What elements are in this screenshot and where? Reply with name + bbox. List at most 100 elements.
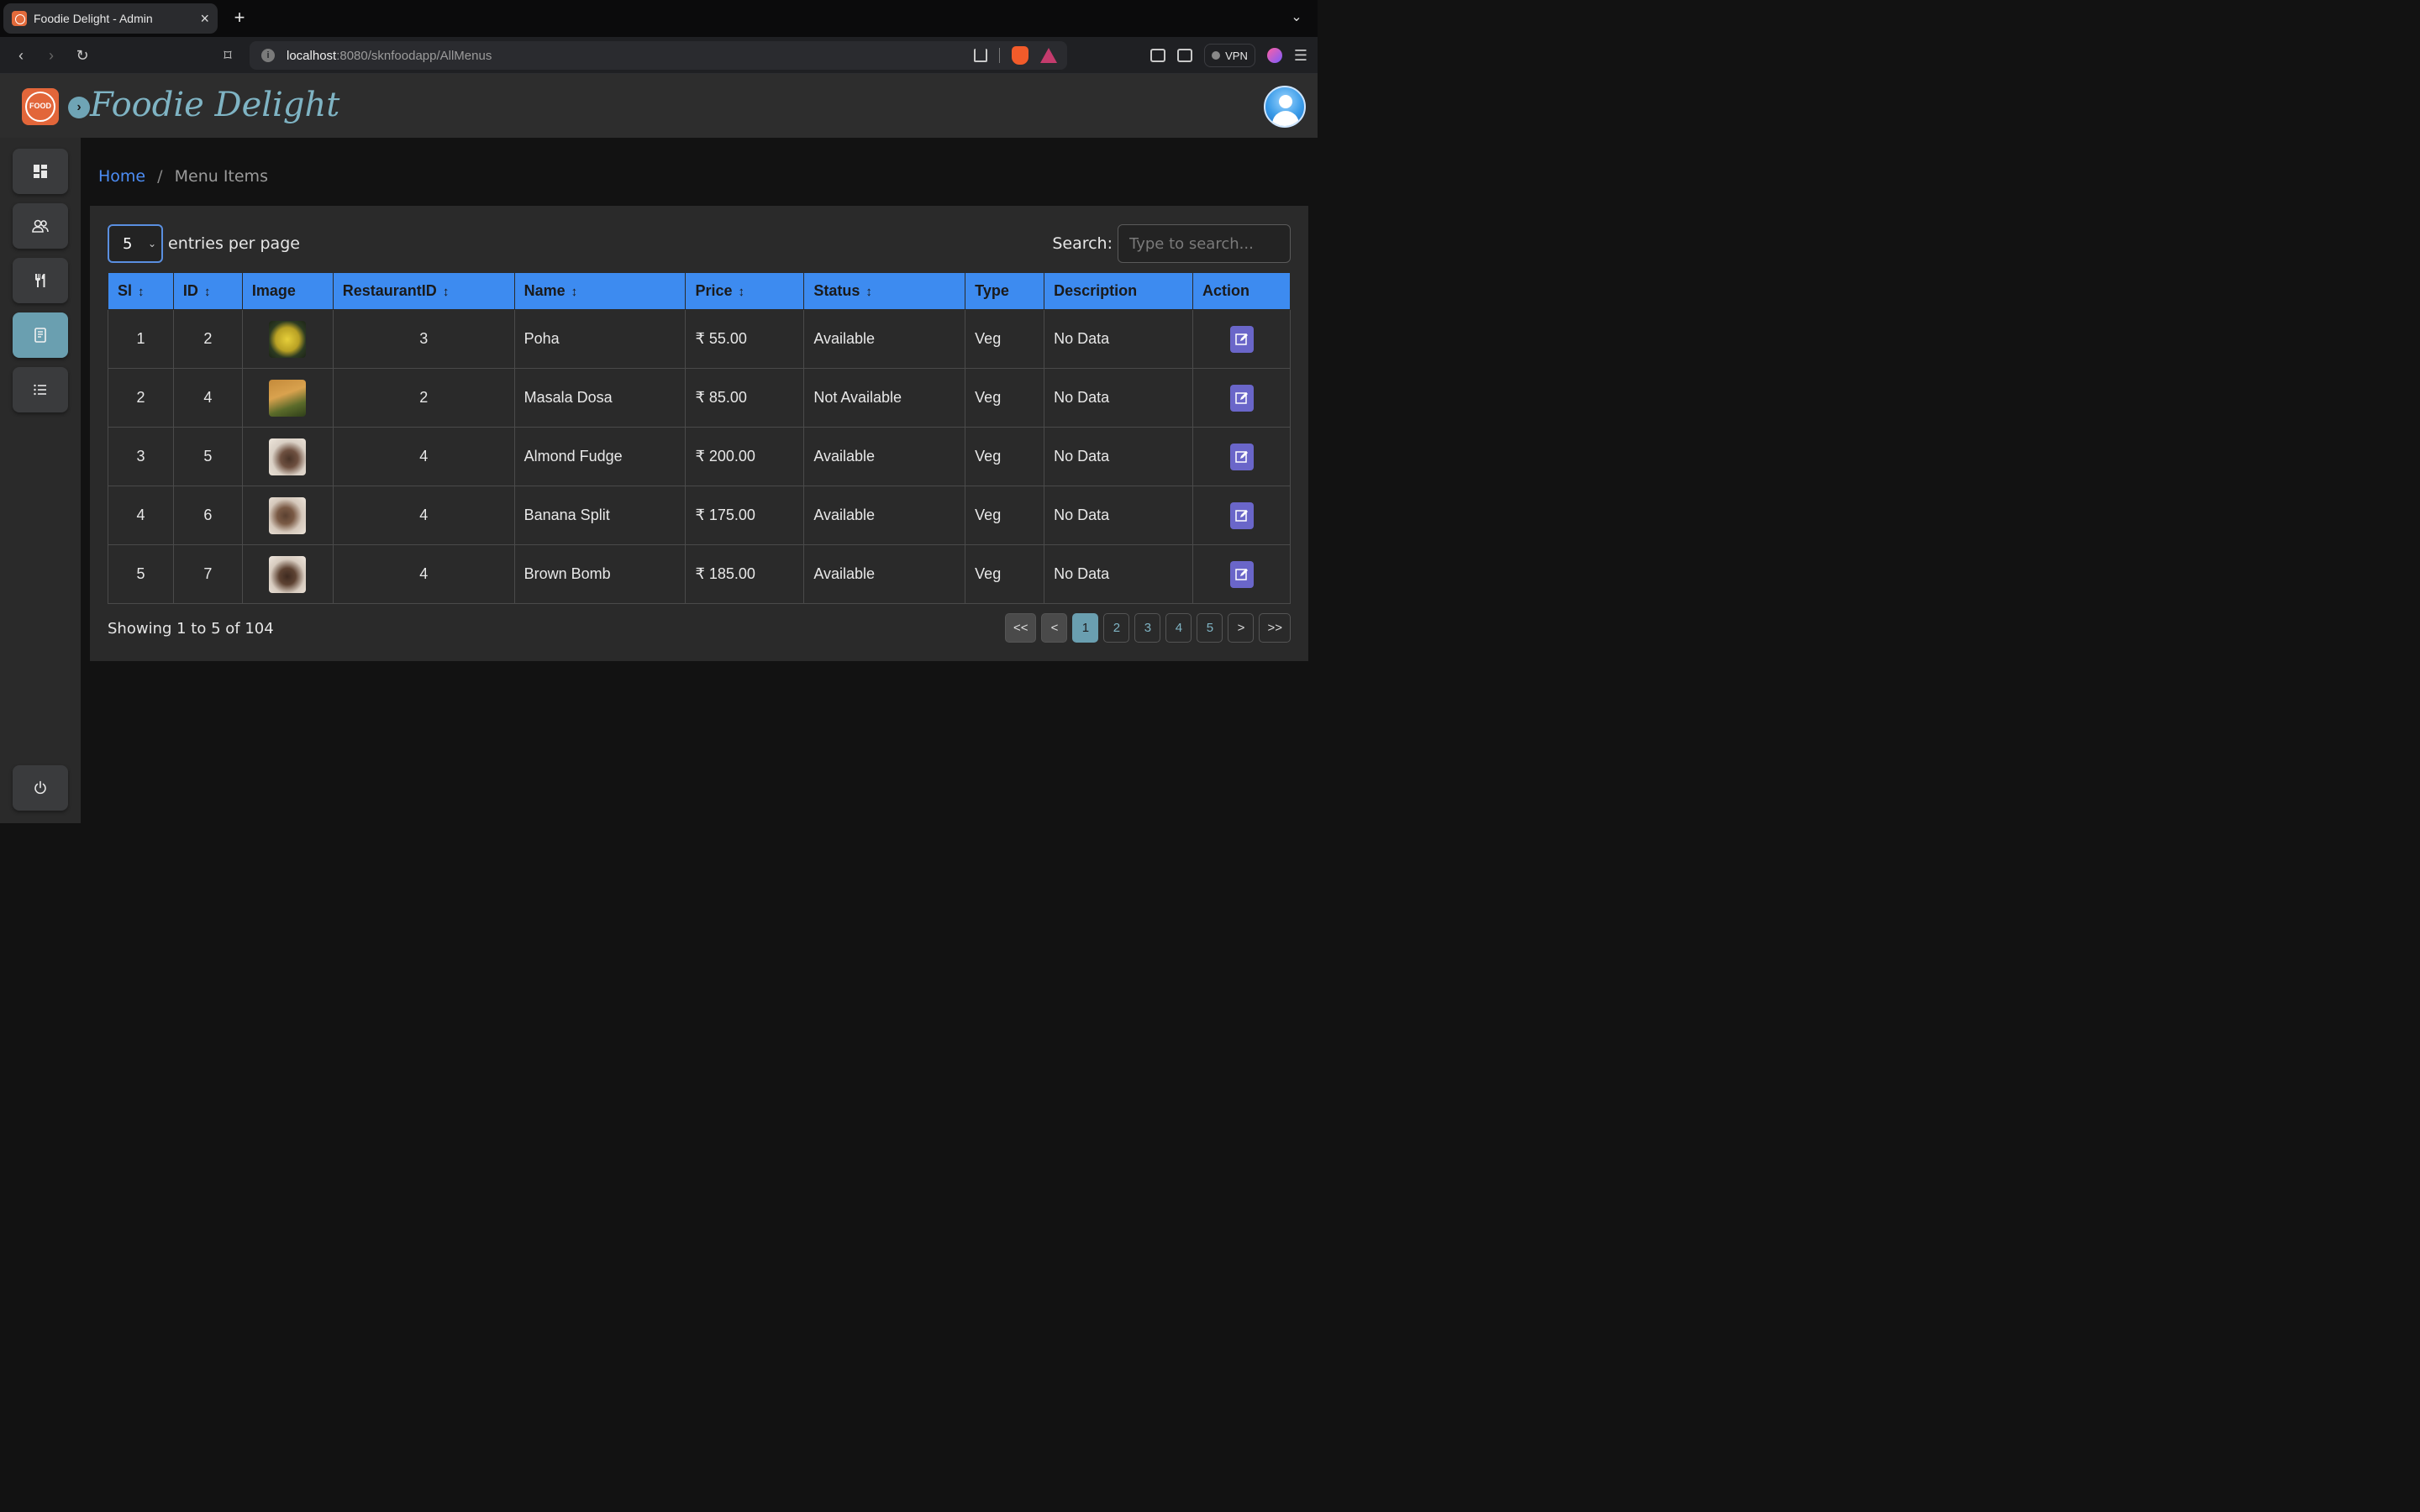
edit-button[interactable] <box>1229 560 1254 588</box>
cell-description: No Data <box>1044 309 1193 369</box>
sort-icon[interactable]: ↕ <box>571 285 578 299</box>
column-header-status[interactable]: Status ↕ <box>803 272 966 310</box>
cell-name: Brown Bomb <box>513 544 687 604</box>
food-thumbnail <box>269 379 307 417</box>
edit-button[interactable] <box>1229 443 1254 470</box>
edit-button[interactable] <box>1229 325 1254 353</box>
tab-close-icon[interactable]: × <box>200 10 209 28</box>
browser-toolbar: ‹ › ↻ ⌑ i localhost :8080/sknfoodapp/All… <box>0 37 1318 74</box>
cell-id: 2 <box>172 309 243 369</box>
sidebar-item-list[interactable] <box>13 367 68 412</box>
new-tab-button[interactable]: + <box>229 7 250 29</box>
user-avatar[interactable] <box>1264 86 1306 128</box>
sort-icon[interactable]: ↕ <box>865 285 872 299</box>
cell-sl: 3 <box>108 427 174 486</box>
pagination-page-3[interactable]: 3 <box>1134 613 1161 643</box>
site-info-icon[interactable]: i <box>261 49 275 62</box>
sidebar-item-menu-items[interactable] <box>13 312 68 358</box>
header-label: Sl <box>118 282 133 299</box>
cell-price: ₹ 200.00 <box>685 427 805 486</box>
sort-icon[interactable]: ↕ <box>204 285 211 299</box>
pagination-page-5[interactable]: 5 <box>1197 613 1223 643</box>
pagination-page-4[interactable]: 4 <box>1165 613 1192 643</box>
sort-icon[interactable]: ↕ <box>443 285 450 299</box>
wallet-icon[interactable] <box>1177 49 1193 62</box>
bookmark-icon[interactable]: ⌑ <box>217 45 239 66</box>
cell-sl: 4 <box>108 486 174 545</box>
edit-button[interactable] <box>1229 384 1254 412</box>
url-host: localhost <box>287 48 337 63</box>
cell-sl: 5 <box>108 544 174 604</box>
breadcrumb-separator: / <box>157 167 163 186</box>
cell-name: Poha <box>513 309 687 369</box>
header-label: Name <box>523 282 566 299</box>
edit-button[interactable] <box>1229 501 1254 529</box>
showing-entries-text: Showing 1 to 5 of 104 <box>108 620 274 638</box>
column-header-price[interactable]: Price ↕ <box>685 272 805 310</box>
sidebar-item-restaurants[interactable] <box>13 258 68 303</box>
leo-ai-icon[interactable] <box>1266 48 1282 63</box>
logout-button[interactable] <box>13 765 68 811</box>
pagination-last-button[interactable]: >> <box>1259 613 1291 643</box>
logo-text: FOOD <box>29 102 51 110</box>
vpn-button[interactable]: VPN <box>1204 44 1255 67</box>
list-icon <box>34 384 46 396</box>
sort-icon[interactable]: ↕ <box>138 285 145 299</box>
cell-action <box>1192 427 1291 486</box>
entries-select[interactable]: 5 ⌄ <box>108 224 163 263</box>
pagination-page-2[interactable]: 2 <box>1103 613 1130 643</box>
forward-icon[interactable]: › <box>40 45 62 66</box>
cell-action <box>1192 309 1291 369</box>
cell-description: No Data <box>1044 368 1193 428</box>
cell-status: Available <box>803 427 966 486</box>
cell-price: ₹ 55.00 <box>685 309 805 369</box>
sidebar-item-users[interactable] <box>13 203 68 249</box>
address-bar[interactable]: i localhost :8080/sknfoodapp/AllMenus <box>250 41 1067 70</box>
vpn-label: VPN <box>1225 49 1248 62</box>
edit-icon <box>1234 509 1248 522</box>
column-header-sl[interactable]: Sl ↕ <box>108 272 174 310</box>
cell-action <box>1192 544 1291 604</box>
reload-icon[interactable]: ↻ <box>71 45 93 66</box>
column-header-name[interactable]: Name ↕ <box>513 272 687 310</box>
cell-sl: 2 <box>108 368 174 428</box>
brave-rewards-icon[interactable] <box>1040 48 1057 63</box>
table-row: 5 7 4 Brown Bomb ₹ 185.00 Available Veg … <box>108 544 1291 604</box>
cell-restaurant-id: 4 <box>332 427 515 486</box>
brave-shields-icon[interactable] <box>1012 46 1028 65</box>
browser-tab[interactable]: Foodie Delight - Admin × <box>3 3 218 34</box>
cell-price: ₹ 185.00 <box>685 544 805 604</box>
cell-status: Available <box>803 309 966 369</box>
cell-type: Veg <box>965 486 1045 545</box>
cell-image <box>241 486 334 545</box>
sidebar-toggle-icon[interactable] <box>1150 49 1166 62</box>
menu-icon[interactable]: ☰ <box>1294 47 1307 65</box>
cell-image <box>241 427 334 486</box>
brand-title: Foodie Delight <box>90 86 340 124</box>
url-path: :8080/sknfoodapp/AllMenus <box>336 48 492 63</box>
column-header-restaurant-id[interactable]: RestaurantID ↕ <box>332 272 515 310</box>
entries-select-value: 5 <box>123 234 133 253</box>
header-label: Image <box>251 282 296 299</box>
pagination-page-1[interactable]: 1 <box>1072 613 1099 643</box>
pagination-prev-button[interactable]: < <box>1041 613 1068 643</box>
sidebar-item-dashboard[interactable] <box>13 149 68 194</box>
table-row: 3 5 4 Almond Fudge ₹ 200.00 Available Ve… <box>108 427 1291 486</box>
sidebar-toggle-button[interactable]: › <box>68 97 90 118</box>
pagination-first-button[interactable]: << <box>1004 613 1037 643</box>
menu-book-icon <box>34 328 46 343</box>
sort-icon[interactable]: ↕ <box>739 285 745 299</box>
column-header-id[interactable]: ID ↕ <box>172 272 243 310</box>
edit-icon <box>1234 391 1248 404</box>
chevron-down-icon[interactable]: ⌄ <box>1287 8 1306 27</box>
share-icon[interactable] <box>974 49 987 62</box>
cell-price: ₹ 175.00 <box>685 486 805 545</box>
edit-icon <box>1234 568 1248 580</box>
cell-name: Almond Fudge <box>513 427 687 486</box>
pagination-next-button[interactable]: > <box>1228 613 1255 643</box>
breadcrumb-home-link[interactable]: Home <box>98 167 145 186</box>
search-input[interactable] <box>1118 224 1291 263</box>
cell-type: Veg <box>965 544 1045 604</box>
back-icon[interactable]: ‹ <box>10 45 32 66</box>
edit-icon <box>1234 333 1248 345</box>
